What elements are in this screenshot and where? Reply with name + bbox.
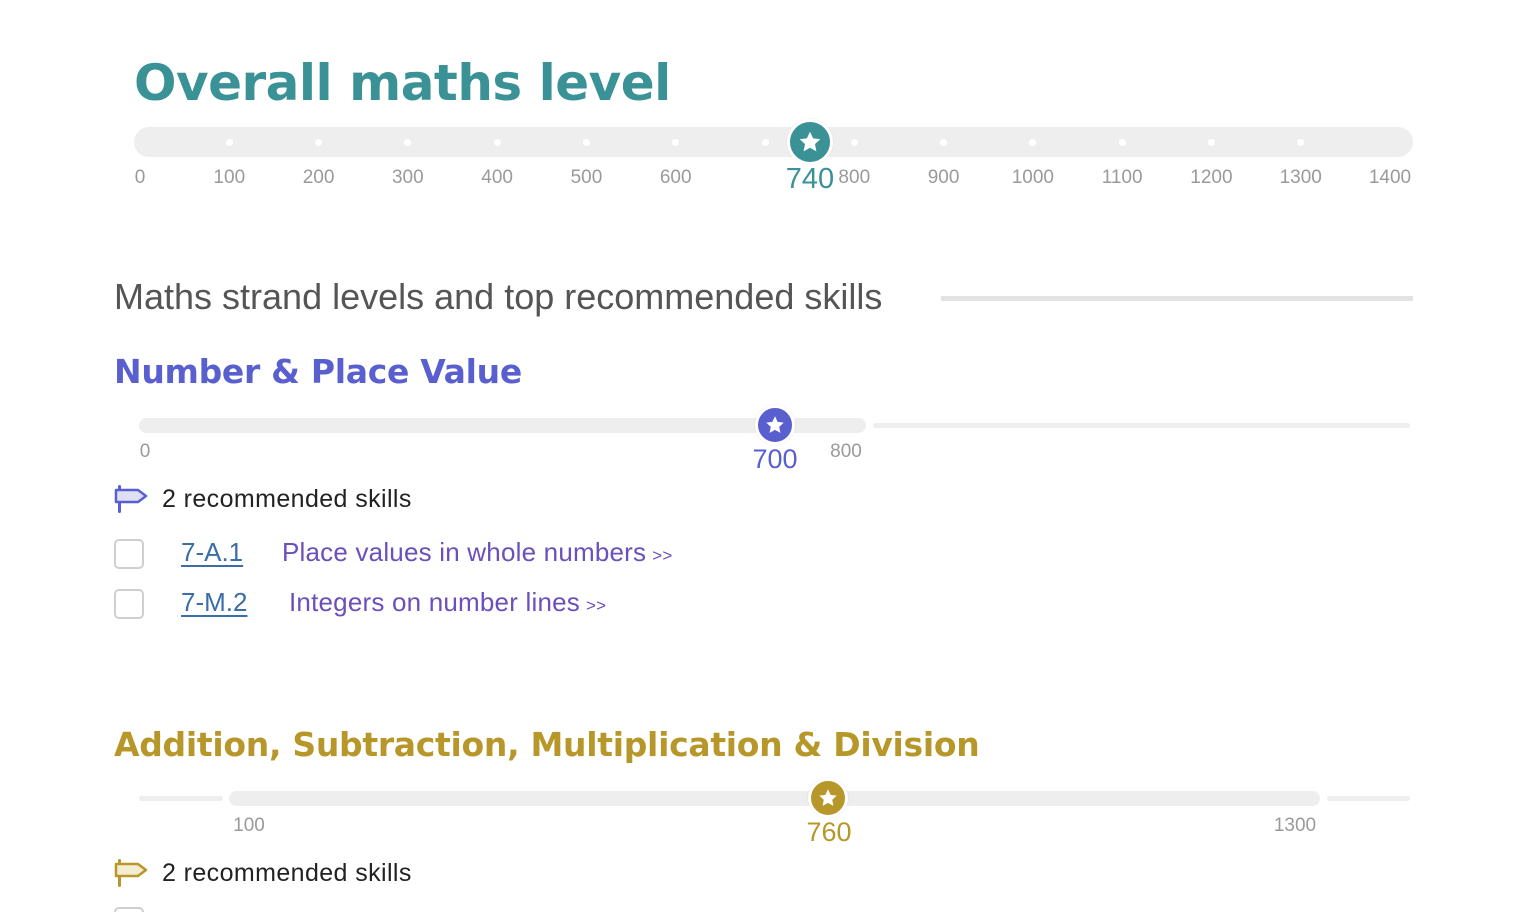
overall-scale-tick-label: 400 xyxy=(481,167,513,188)
strand-range-max: 1300 xyxy=(1273,815,1317,836)
signpost-icon xyxy=(114,859,148,887)
strand-level-marker xyxy=(808,778,848,818)
strand-range-track xyxy=(229,791,1320,806)
strand-range-min: 100 xyxy=(233,815,265,836)
overall-scale-dot xyxy=(315,139,323,146)
skill-checkbox[interactable] xyxy=(114,589,144,619)
star-icon xyxy=(799,131,821,152)
overall-scale-dot xyxy=(1207,139,1215,146)
skill-arrows: >> xyxy=(585,596,607,615)
skill-name-text: Integers on number lines xyxy=(289,587,580,617)
skill-name-link[interactable]: Place values in whole numbers >> xyxy=(282,537,672,568)
strand-title-operations: Addition, Subtraction, Multiplication & … xyxy=(114,725,980,764)
skill-arrows: >> xyxy=(652,546,673,565)
section-divider xyxy=(941,296,1413,301)
overall-scale-dot xyxy=(850,139,858,146)
strand-outer-track xyxy=(873,423,1410,428)
signpost-icon xyxy=(114,485,148,513)
overall-scale-tick-label: 600 xyxy=(659,167,692,188)
overall-level-track xyxy=(134,127,1413,157)
overall-title: Overall maths level xyxy=(134,54,671,112)
strand-range-max: 800 xyxy=(830,441,862,462)
strand-level-value: 700 xyxy=(752,444,798,474)
skill-checkbox[interactable] xyxy=(114,539,144,569)
overall-scale-dot xyxy=(493,139,501,146)
overall-scale-tick-label: 1300 xyxy=(1279,167,1322,188)
overall-scale-tick-label: 200 xyxy=(302,167,335,188)
overall-scale-tick-label: 1400 xyxy=(1368,167,1412,188)
recommended-skills-header: 2 recommended skills xyxy=(114,484,411,514)
skill-name-link[interactable]: Integers on number lines >> xyxy=(289,587,606,618)
overall-scale-dot xyxy=(1118,139,1126,146)
skill-checkbox-partial[interactable] xyxy=(114,907,144,912)
overall-scale-dot xyxy=(225,139,233,146)
overall-scale-tick-label: 800 xyxy=(838,167,871,188)
overall-level-marker xyxy=(787,119,833,165)
strand-level-value: 760 xyxy=(806,817,852,847)
overall-scale-tick-label: 900 xyxy=(927,167,960,188)
overall-scale-tick-label: 1100 xyxy=(1101,167,1143,188)
star-icon xyxy=(766,416,784,433)
overall-scale-dot xyxy=(761,139,769,146)
strand-range-min: 0 xyxy=(139,441,151,462)
overall-scale-dot xyxy=(582,139,590,146)
overall-scale-tick-label: 1200 xyxy=(1190,167,1233,188)
overall-scale-dot xyxy=(940,139,948,146)
strand-outer-track xyxy=(1327,796,1410,801)
recommended-skills-count: 2 recommended skills xyxy=(162,484,412,513)
overall-level-value: 740 xyxy=(785,163,835,195)
recommended-skills-count: 2 recommended skills xyxy=(162,858,412,887)
skill-code-link[interactable]: 7-A.1 xyxy=(181,537,243,568)
overall-scale-tick-label: 1000 xyxy=(1011,167,1054,188)
overall-scale-tick-label: 300 xyxy=(391,167,424,188)
section-heading: Maths strand levels and top recommended … xyxy=(114,276,883,317)
strand-level-marker xyxy=(755,405,795,445)
strand-title-number-place-value: Number & Place Value xyxy=(114,352,522,391)
overall-scale-tick-label: 100 xyxy=(213,167,246,188)
star-icon xyxy=(819,789,837,806)
recommended-skills-header: 2 recommended skills xyxy=(114,858,411,888)
skill-code-link[interactable]: 7-M.2 xyxy=(181,587,247,618)
overall-scale-tick-label: 500 xyxy=(570,167,603,188)
skill-name-text: Place values in whole numbers xyxy=(282,537,647,567)
overall-scale-tick-label: 0 xyxy=(134,167,146,188)
strand-outer-track xyxy=(139,796,223,801)
